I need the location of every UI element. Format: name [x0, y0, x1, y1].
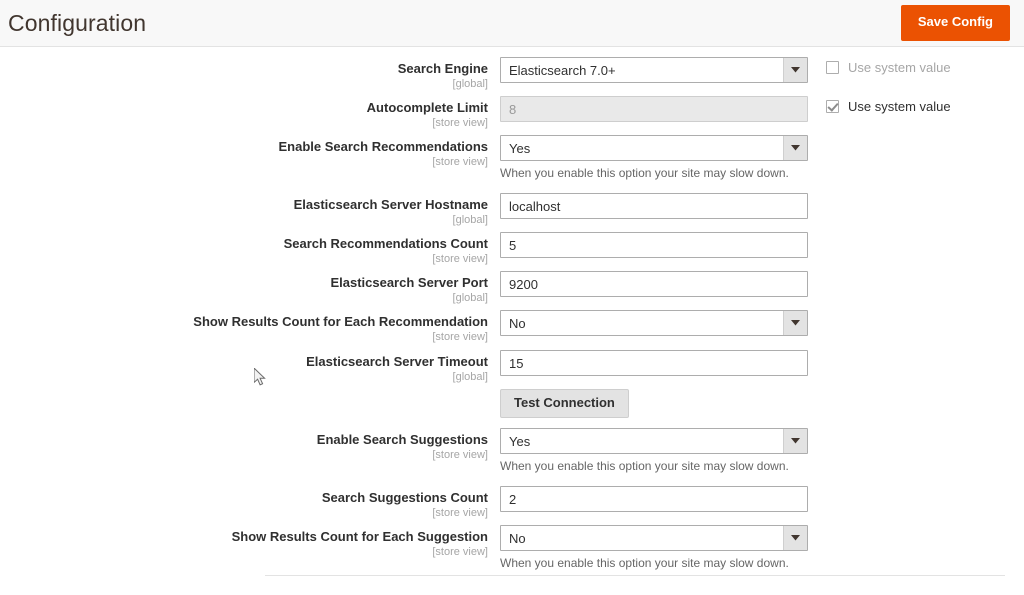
field-label-column: Search Engine [global]	[0, 57, 500, 92]
field-scope: [global]	[452, 214, 488, 227]
field-row: Autocomplete Limit [store view] Use system…	[0, 96, 951, 131]
select-dropdown[interactable]: No	[500, 525, 808, 551]
use-system-value-label: Use system value	[848, 60, 951, 75]
use-system-value-label: Use system value	[848, 99, 951, 114]
field-label-column	[0, 389, 500, 393]
section-divider	[265, 575, 1005, 576]
field-row: Elasticsearch Server Port [global]	[0, 271, 808, 306]
field-label: Autocomplete Limit	[366, 100, 488, 115]
field-row: Search Recommendations Count [store view]	[0, 232, 808, 267]
field-row: Enable Search Recommendations [store view…	[0, 135, 808, 182]
field-row: Search Suggestions Count [store view]	[0, 486, 808, 521]
chevron-down-icon[interactable]	[783, 58, 807, 82]
field-scope: [store view]	[432, 507, 488, 520]
field-control-column	[500, 271, 808, 297]
field-label: Elasticsearch Server Timeout	[306, 354, 488, 369]
field-scope: [global]	[452, 371, 488, 384]
chevron-down-icon[interactable]	[783, 429, 807, 453]
field-label-column: Autocomplete Limit [store view]	[0, 96, 500, 131]
field-label: Show Results Count for Each Recommendati…	[193, 314, 488, 329]
text-input[interactable]	[500, 350, 808, 376]
field-control-column: Yes When you enable this option your site…	[500, 428, 808, 475]
field-label: Elasticsearch Server Port	[330, 275, 488, 290]
select-selected-value: Elasticsearch 7.0+	[509, 62, 616, 78]
text-input[interactable]	[500, 193, 808, 219]
field-control-column	[500, 232, 808, 258]
field-label-column: Enable Search Recommendations [store view…	[0, 135, 500, 170]
text-input[interactable]	[500, 232, 808, 258]
field-scope: [store view]	[432, 331, 488, 344]
use-system-value-group[interactable]: Use system value	[826, 100, 951, 113]
field-row: Test Connection	[0, 389, 808, 419]
test-connection-button[interactable]: Test Connection	[500, 389, 629, 419]
chevron-down-icon[interactable]	[783, 136, 807, 160]
field-label: Enable Search Recommendations	[278, 139, 488, 154]
use-system-value-checkbox[interactable]	[826, 100, 839, 113]
field-scope: [store view]	[432, 253, 488, 266]
select-selected-value: Yes	[509, 433, 531, 449]
field-note: When you enable this option your site ma…	[500, 556, 789, 570]
field-label: Search Engine	[397, 61, 488, 76]
save-config-button[interactable]: Save Config	[900, 5, 1010, 41]
field-scope: [global]	[452, 78, 488, 91]
field-control-column: No	[500, 310, 808, 336]
field-row: Elasticsearch Server Hostname [global]	[0, 193, 808, 228]
field-label-column: Show Results Count for Each Recommendati…	[0, 310, 500, 345]
field-control-column: Elasticsearch 7.0+ Use system value	[500, 57, 951, 83]
select-selected-value: No	[509, 315, 526, 331]
field-control-column	[500, 193, 808, 219]
select-selected-value: No	[509, 530, 526, 546]
field-row: Elasticsearch Server Timeout [global]	[0, 350, 808, 385]
page-header: Configuration Save Config	[0, 0, 1024, 47]
field-control-column: Use system value	[500, 96, 951, 122]
field-label-column: Enable Search Suggestions [store view]	[0, 428, 500, 463]
field-control-column: No When you enable this option your site …	[500, 525, 808, 572]
field-note: When you enable this option your site ma…	[500, 459, 789, 473]
select-dropdown[interactable]: No	[500, 310, 808, 336]
field-label-column: Elasticsearch Server Port [global]	[0, 271, 500, 306]
chevron-down-icon[interactable]	[783, 526, 807, 550]
select-dropdown[interactable]: Yes	[500, 428, 808, 454]
field-label: Search Recommendations Count	[283, 236, 488, 251]
field-scope: [store view]	[432, 449, 488, 462]
field-row: Show Results Count for Each Suggestion [s…	[0, 525, 808, 572]
field-label-column: Elasticsearch Server Hostname [global]	[0, 193, 500, 228]
page-title: Configuration	[8, 9, 147, 36]
use-system-value-group[interactable]: Use system value	[826, 61, 951, 74]
text-input[interactable]	[500, 486, 808, 512]
select-selected-value: Yes	[509, 140, 531, 156]
field-scope: [store view]	[432, 156, 488, 169]
chevron-down-icon[interactable]	[783, 311, 807, 335]
field-scope: [global]	[452, 292, 488, 305]
field-scope: [store view]	[432, 117, 488, 130]
field-control-column: Yes When you enable this option your site…	[500, 135, 808, 182]
field-note: When you enable this option your site ma…	[500, 166, 789, 180]
field-control-column	[500, 350, 808, 376]
field-label-column: Search Suggestions Count [store view]	[0, 486, 500, 521]
configuration-form: Search Engine [global] Elasticsearch 7.0+ U…	[0, 47, 1024, 570]
field-control-column: Test Connection	[500, 389, 808, 419]
select-dropdown[interactable]: Elasticsearch 7.0+	[500, 57, 808, 83]
field-row: Show Results Count for Each Recommendati…	[0, 310, 808, 345]
field-row: Enable Search Suggestions [store view] Yes…	[0, 428, 808, 475]
field-scope: [store view]	[432, 546, 488, 559]
field-label: Enable Search Suggestions	[316, 432, 488, 447]
field-control-column	[500, 486, 808, 512]
select-dropdown[interactable]: Yes	[500, 135, 808, 161]
field-label: Search Suggestions Count	[321, 490, 488, 505]
text-input[interactable]	[500, 271, 808, 297]
text-input	[500, 96, 808, 122]
field-label: Elasticsearch Server Hostname	[293, 197, 488, 212]
field-label: Show Results Count for Each Suggestion	[231, 529, 488, 544]
field-label-column: Show Results Count for Each Suggestion [s…	[0, 525, 500, 560]
field-row: Search Engine [global] Elasticsearch 7.0+ U…	[0, 57, 951, 92]
field-label-column: Elasticsearch Server Timeout [global]	[0, 350, 500, 385]
field-label-column: Search Recommendations Count [store view]	[0, 232, 500, 267]
use-system-value-checkbox[interactable]	[826, 61, 839, 74]
